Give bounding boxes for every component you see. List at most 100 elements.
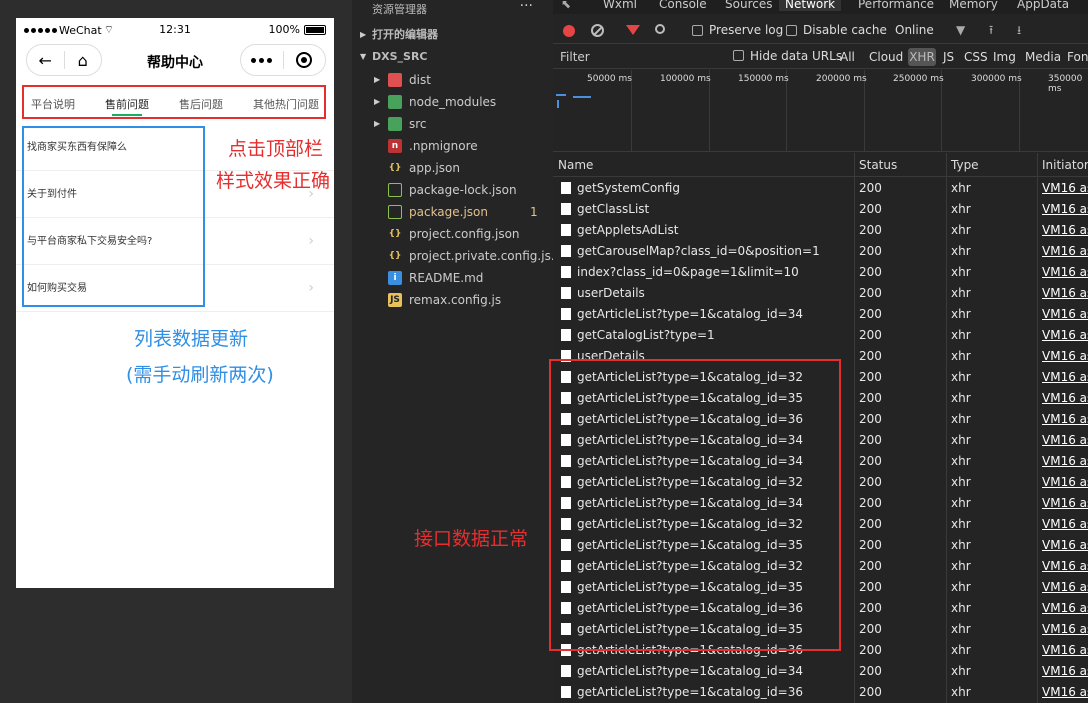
record-icon[interactable] xyxy=(563,25,575,37)
tab-console[interactable]: Console xyxy=(659,0,707,11)
request-initiator-link[interactable]: VM16 as xyxy=(1042,577,1088,598)
request-initiator-link[interactable]: VM16 as xyxy=(1042,514,1088,535)
filter-type-all[interactable]: All xyxy=(840,50,855,64)
tab-appdata[interactable]: AppData xyxy=(1017,0,1069,11)
filter-icon[interactable] xyxy=(626,25,640,35)
tab-sources[interactable]: Sources xyxy=(725,0,772,11)
package-icon xyxy=(388,183,402,197)
request-initiator-link[interactable]: VM16 as xyxy=(1042,682,1088,703)
tree-item-package-lock[interactable]: package-lock.json xyxy=(352,179,553,201)
export-icon[interactable]: ⭳ xyxy=(1017,21,1021,42)
more-icon[interactable] xyxy=(241,44,283,76)
table-row[interactable]: userDetails 200 xhr VM16 as xyxy=(553,283,1088,304)
close-target-icon[interactable] xyxy=(283,44,325,76)
tree-item-remax-config[interactable]: JS remax.config.js xyxy=(352,289,553,311)
more-icon[interactable]: ··· xyxy=(520,0,533,14)
network-timeline[interactable]: 50000 ms 100000 ms 150000 ms 200000 ms 2… xyxy=(553,70,1088,152)
tree-item-project-private-config[interactable]: {} project.private.config.js... xyxy=(352,245,553,267)
request-initiator-link[interactable]: VM16 as xyxy=(1042,598,1088,619)
filter-type-img[interactable]: Img xyxy=(993,50,1016,64)
table-row[interactable]: getClassList 200 xhr VM16 as xyxy=(553,199,1088,220)
throttle-select[interactable]: Online xyxy=(895,23,934,37)
request-initiator-link[interactable]: VM16 as xyxy=(1042,556,1088,577)
section-project[interactable]: ▼ DXS_SRC xyxy=(352,46,553,68)
request-initiator-link[interactable]: VM16 as xyxy=(1042,409,1088,430)
status-bar: WeChat ⌔ 12:31 100% xyxy=(16,18,334,42)
request-status: 200 xyxy=(859,328,882,342)
request-initiator-link[interactable]: VM16 as xyxy=(1042,199,1088,220)
request-name: getCatalogList?type=1 xyxy=(577,328,715,342)
column-type[interactable]: Type xyxy=(951,158,979,172)
request-initiator-link[interactable]: VM16 as xyxy=(1042,472,1088,493)
tree-item-app-json[interactable]: {} app.json xyxy=(352,157,553,179)
tree-item-src[interactable]: ▶ src xyxy=(352,113,553,135)
inspect-icon[interactable]: ⬉ xyxy=(561,0,571,11)
request-initiator-link[interactable]: VM16 as xyxy=(1042,661,1088,682)
filter-type-cloud[interactable]: Cloud xyxy=(869,50,903,64)
request-initiator-link[interactable]: VM16 as xyxy=(1042,535,1088,556)
table-row[interactable]: getArticleList?type=1&catalog_id=34 200 xh… xyxy=(553,661,1088,682)
column-name[interactable]: Name xyxy=(558,158,593,172)
tree-item-dist[interactable]: ▶ dist xyxy=(352,69,553,91)
request-type: xhr xyxy=(951,580,971,594)
tree-item-package-json[interactable]: package.json 1 xyxy=(352,201,553,223)
table-row[interactable]: getArticleList?type=1&catalog_id=34 200 xh… xyxy=(553,304,1088,325)
request-status: 200 xyxy=(859,349,882,363)
tree-item-node-modules[interactable]: ▶ node_modules xyxy=(352,91,553,113)
filter-type-css[interactable]: CSS xyxy=(964,50,988,64)
import-icon[interactable]: ⭱ xyxy=(989,21,993,42)
request-initiator-link[interactable]: VM16 as xyxy=(1042,241,1088,262)
npm-icon: n xyxy=(388,139,402,153)
table-row[interactable]: getSystemConfig 200 xhr VM16 as xyxy=(553,178,1088,199)
chevron-down-icon[interactable]: ▼ xyxy=(956,23,965,37)
request-type: xhr xyxy=(951,433,971,447)
filter-type-xhr[interactable]: XHR xyxy=(908,48,936,66)
request-status: 200 xyxy=(859,538,882,552)
tab-memory[interactable]: Memory xyxy=(949,0,998,11)
request-status: 200 xyxy=(859,202,882,216)
hide-data-urls-checkbox[interactable] xyxy=(733,50,744,61)
filter-type-media[interactable]: Media xyxy=(1025,50,1061,64)
tab-network[interactable]: Network xyxy=(779,0,842,11)
request-initiator-link[interactable]: VM16 as xyxy=(1042,325,1088,346)
tree-item-label: remax.config.js xyxy=(409,293,502,307)
request-initiator-link[interactable]: VM16 as xyxy=(1042,262,1088,283)
table-row[interactable]: index?class_id=0&page=1&limit=10 200 xhr VM… xyxy=(553,262,1088,283)
timeline-label: 200000 ms xyxy=(816,74,867,84)
request-initiator-link[interactable]: VM16 as xyxy=(1042,283,1088,304)
table-row[interactable]: getArticleList?type=1&catalog_id=36 200 xh… xyxy=(553,682,1088,703)
clear-icon[interactable] xyxy=(591,24,604,37)
request-initiator-link[interactable]: VM16 as xyxy=(1042,178,1088,199)
disable-cache-checkbox[interactable] xyxy=(786,25,797,36)
preserve-log-checkbox[interactable] xyxy=(692,25,703,36)
table-row[interactable]: getCatalogList?type=1 200 xhr VM16 as xyxy=(553,325,1088,346)
column-status[interactable]: Status xyxy=(859,158,897,172)
tree-item-npmignore[interactable]: n .npmignore xyxy=(352,135,553,157)
search-icon[interactable] xyxy=(655,24,665,34)
filter-type-font[interactable]: Font xyxy=(1067,50,1088,64)
request-initiator-link[interactable]: VM16 as xyxy=(1042,304,1088,325)
request-initiator-link[interactable]: VM16 as xyxy=(1042,619,1088,640)
tab-performance[interactable]: Performance xyxy=(858,0,934,11)
tree-item-readme[interactable]: i README.md xyxy=(352,267,553,289)
column-initiator[interactable]: Initiator xyxy=(1042,158,1088,172)
request-type: xhr xyxy=(951,643,971,657)
request-type: xhr xyxy=(951,223,971,237)
request-status: 200 xyxy=(859,265,882,279)
tree-item-project-config[interactable]: {} project.config.json xyxy=(352,223,553,245)
request-initiator-link[interactable]: VM16 as xyxy=(1042,220,1088,241)
filter-type-js[interactable]: JS xyxy=(943,50,954,64)
request-initiator-link[interactable]: VM16 as xyxy=(1042,451,1088,472)
request-initiator-link[interactable]: VM16 as xyxy=(1042,430,1088,451)
request-initiator-link[interactable]: VM16 as xyxy=(1042,367,1088,388)
request-initiator-link[interactable]: VM16 as xyxy=(1042,388,1088,409)
request-initiator-link[interactable]: VM16 as xyxy=(1042,640,1088,661)
tab-wxml[interactable]: Wxml xyxy=(603,0,637,11)
filter-input[interactable]: Filter xyxy=(560,50,590,64)
table-row[interactable]: getCarouselMap?class_id=0&position=1 200 x… xyxy=(553,241,1088,262)
request-initiator-link[interactable]: VM16 as xyxy=(1042,346,1088,367)
section-open-editors[interactable]: ▶ 打开的编辑器 xyxy=(352,24,553,46)
request-initiator-link[interactable]: VM16 as xyxy=(1042,493,1088,514)
table-row[interactable]: getAppletsAdList 200 xhr VM16 as xyxy=(553,220,1088,241)
chevron-right-icon: ▶ xyxy=(374,75,381,84)
